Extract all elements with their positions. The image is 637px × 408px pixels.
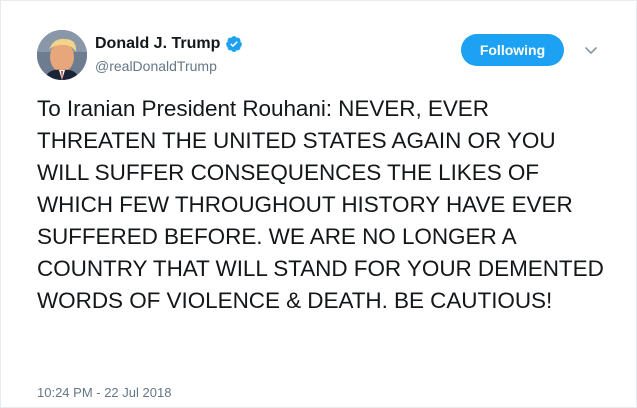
author-display-name[interactable]: Donald J. Trump — [95, 35, 220, 53]
author-names: Donald J. Trump @realDonaldTrump — [95, 34, 243, 74]
tweet-header: Donald J. Trump @realDonaldTrump Followi… — [37, 30, 607, 80]
display-name-row: Donald J. Trump — [95, 34, 243, 54]
avatar[interactable] — [37, 30, 87, 80]
following-button[interactable]: Following — [461, 34, 564, 66]
tweet-timestamp[interactable]: 10:24 PM - 22 Jul 2018 — [37, 385, 171, 400]
author-handle[interactable]: @realDonaldTrump — [95, 58, 243, 74]
tweet-text: To Iranian President Rouhani: NEVER, EVE… — [37, 96, 604, 313]
tweet-card: Donald J. Trump @realDonaldTrump Followi… — [0, 0, 637, 408]
avatar-image — [37, 30, 87, 80]
chevron-down-icon[interactable] — [583, 42, 599, 58]
verified-badge-icon — [226, 36, 243, 52]
